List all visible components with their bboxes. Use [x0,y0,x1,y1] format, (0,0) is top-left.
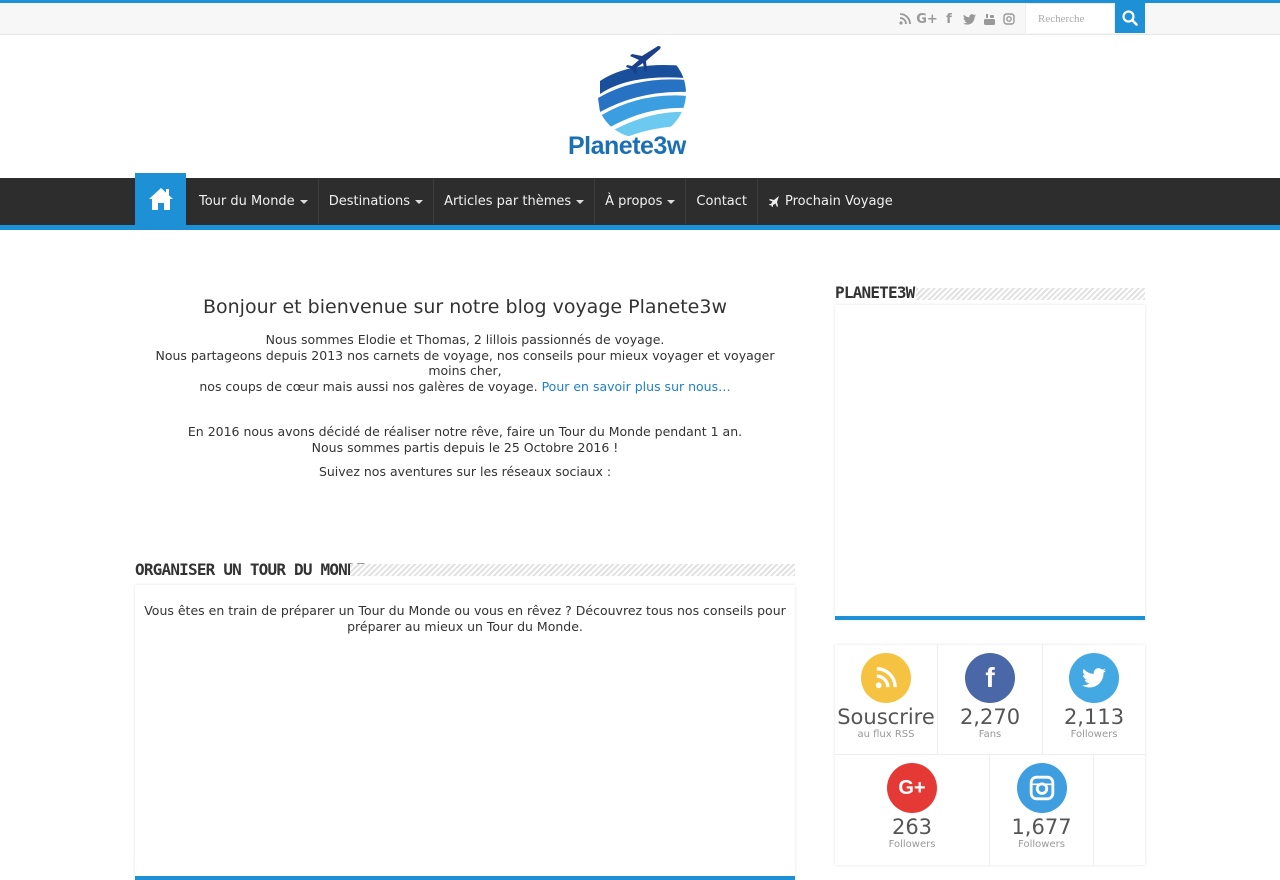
nav-item-a-propos[interactable]: À propos [595,178,687,224]
about-link[interactable]: Pour en savoir plus sur nous… [542,379,731,394]
home-button[interactable] [135,173,186,225]
caret-down-icon [576,200,585,204]
twitter-icon [1069,653,1119,703]
welcome-section: Bonjour et bienvenue sur notre blog voya… [135,296,795,480]
caret-down-icon [299,200,308,204]
section-text: Vous êtes en train de préparer un Tour d… [144,603,786,618]
welcome-title: Bonjour et bienvenue sur notre blog voya… [202,296,727,318]
counter-facebook[interactable]: f 2,270 Fans [938,645,1043,755]
nav-item-destinations[interactable]: Destinations [319,178,435,224]
social-counters: Souscrire au flux RSS f 2,270 Fans 2,113… [835,645,1145,865]
search-button[interactable] [1115,3,1145,33]
welcome-line: Nous sommes Elodie et Thomas, 2 lillois … [265,332,665,347]
counter-twitter[interactable]: 2,113 Followers [1043,645,1145,755]
welcome-line: Nous sommes partis depuis le 25 Octobre … [311,439,619,455]
caret-down-icon [667,200,676,204]
home-icon [148,188,173,210]
facebook-icon[interactable]: f [942,12,956,27]
section-text: préparer au mieux un Tour du Monde. [347,619,583,634]
tour-du-monde-box: Vous êtes en train de préparer un Tour d… [135,585,795,880]
instagram-icon [1016,763,1067,813]
nav-menu: Tour du Monde Destinations Articles par … [189,178,903,224]
social-links: G+ f [898,11,1016,27]
nav-item-contact[interactable]: Contact [686,178,758,224]
welcome-line: Suivez nos aventures sur les réseaux soc… [318,464,612,479]
welcome-line: Nous partageons depuis 2013 nos carnets … [155,347,775,379]
counter-rss[interactable]: Souscrire au flux RSS [835,645,938,755]
nav-item-prochain-voyage[interactable]: Prochain Voyage [758,178,903,224]
youtube-icon[interactable] [982,12,996,26]
nav-accent-line [0,225,1280,230]
google-plus-icon[interactable]: G+ [916,12,938,27]
counter-instagram[interactable]: 1,677 Followers [990,755,1094,865]
welcome-line: En 2016 nous avons décidé de réaliser no… [187,424,743,439]
rss-icon[interactable] [898,12,912,26]
counter-google-plus[interactable]: G+ 263 Followers [835,755,990,865]
facebook-icon: f [965,653,1015,703]
rss-icon [861,653,911,703]
title-stripes [350,564,795,576]
sidebar-widget-box [835,305,1145,620]
nav-item-tour-du-monde[interactable]: Tour du Monde [189,178,319,224]
nav-item-articles-par-themes[interactable]: Articles par thèmes [434,178,596,224]
twitter-icon[interactable] [962,12,976,26]
title-stripes [916,288,1145,300]
logo-text: Planete3w [568,132,686,160]
section-title: ORGANISER UN TOUR DU MONDE [135,560,365,579]
search-icon [1122,10,1138,26]
instagram-icon[interactable] [1002,12,1016,26]
search-input[interactable]: Recherche [1025,3,1115,33]
sidebar-title: PLANETE3W [835,283,915,302]
caret-down-icon [415,200,424,204]
plane-icon [769,196,779,207]
google-plus-icon: G+ [887,763,937,813]
welcome-line: nos coups de cœur mais aussi nos galères… [199,378,731,394]
